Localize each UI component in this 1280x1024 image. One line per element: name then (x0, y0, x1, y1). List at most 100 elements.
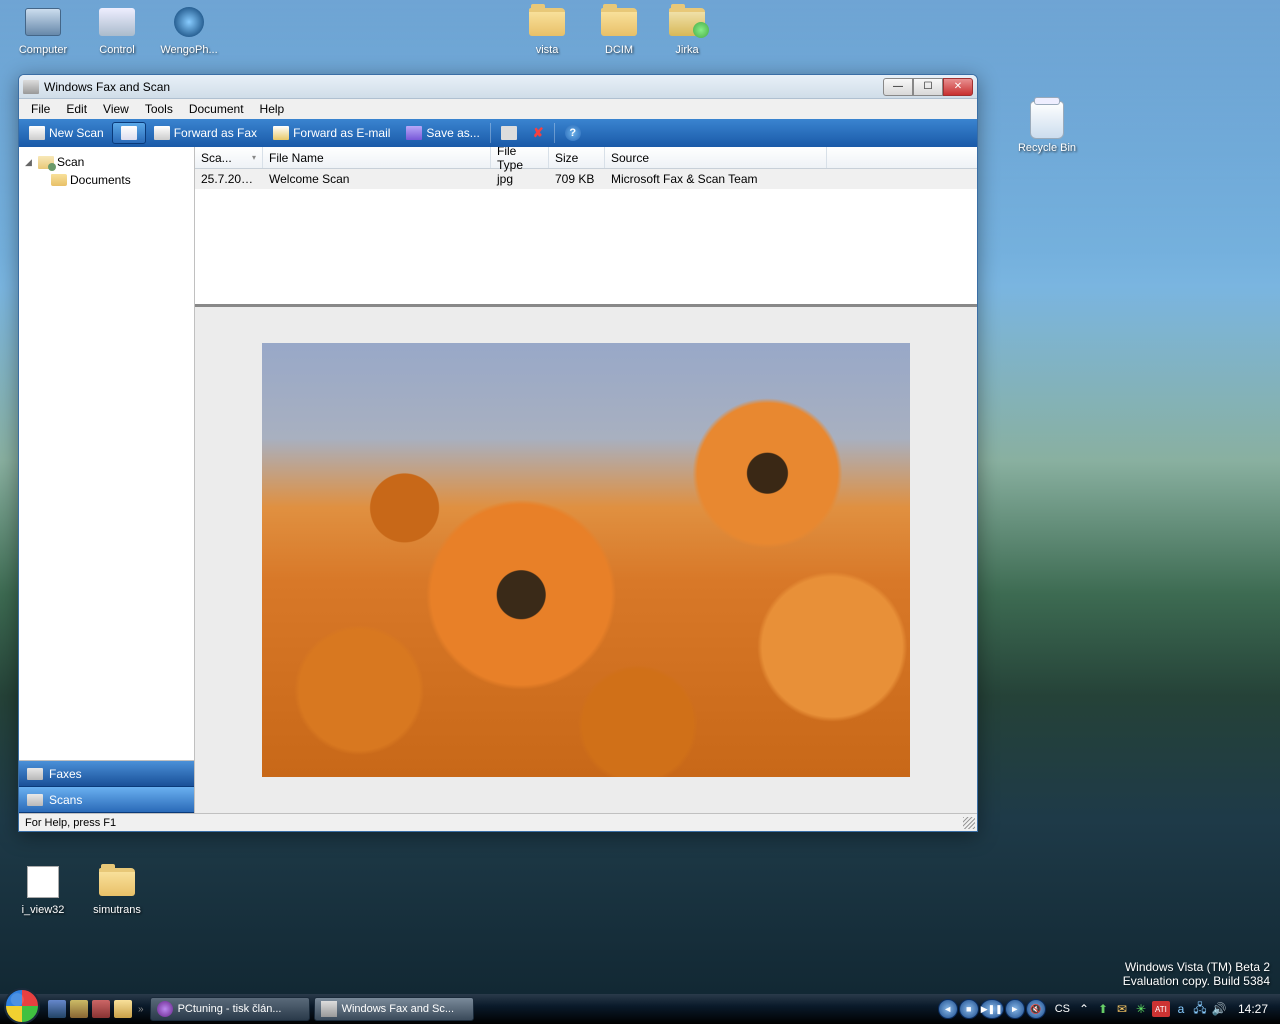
desktop-label: simutrans (82, 904, 152, 917)
column-source[interactable]: Source (605, 147, 827, 168)
menubar: File Edit View Tools Document Help (19, 99, 977, 119)
statusbar: For Help, press F1 (19, 813, 977, 831)
system-tray: CS ⌃ ⬆ ✉ ✳ ATI a 🖧 🔊 14:27 (1052, 1001, 1276, 1017)
task-pctuning[interactable]: PCtuning - tisk člán... (150, 997, 310, 1021)
faxscan-icon (321, 1001, 337, 1017)
tray-volume-icon[interactable]: 🔊 (1211, 1001, 1227, 1017)
tray-app-icon[interactable]: a (1173, 1001, 1189, 1017)
desktop-icon-computer[interactable]: Computer (8, 2, 78, 57)
scan-folder-icon (38, 156, 54, 169)
cell-size: 709 KB (549, 170, 605, 188)
save-as-button[interactable]: Save as... (398, 123, 487, 143)
collapse-icon[interactable]: ◢ (25, 157, 35, 168)
cell-name: Welcome Scan (263, 170, 491, 188)
media-play-button[interactable]: ▶❚❚ (980, 999, 1004, 1019)
desktop-icon-vista[interactable]: vista (512, 2, 582, 57)
desktop-icon-wengo[interactable]: WengoPh... (154, 2, 224, 57)
scanner-icon (29, 126, 45, 140)
watermark: Windows Vista (TM) Beta 2 Evaluation cop… (1123, 960, 1270, 988)
ql-switch-windows[interactable] (70, 1000, 88, 1018)
folder-icon (51, 174, 67, 186)
ql-overflow[interactable]: » (138, 1004, 144, 1015)
cell-date: 25.7.2006 ... (195, 170, 263, 188)
column-size[interactable]: Size (549, 147, 605, 168)
media-prev-button[interactable]: ◄ (938, 999, 958, 1019)
new-scan-button[interactable]: New Scan (21, 123, 112, 143)
ql-explorer[interactable] (114, 1000, 132, 1018)
nav-faxes-button[interactable]: Faxes (19, 761, 194, 787)
desktop-label: Control (82, 44, 152, 57)
menu-tools[interactable]: Tools (137, 100, 181, 118)
media-stop-button[interactable]: ■ (959, 999, 979, 1019)
quick-launch: » (48, 1000, 146, 1018)
fax-icon (154, 126, 170, 140)
app-icon (23, 80, 39, 94)
task-faxscan[interactable]: Windows Fax and Sc... (314, 997, 474, 1021)
media-next-button[interactable]: ► (1005, 999, 1025, 1019)
close-button[interactable]: ✕ (943, 78, 973, 96)
file-list: Sca...▾ File Name File Type Size Source … (195, 147, 977, 305)
tray-network-icon[interactable]: 🖧 (1192, 1001, 1208, 1017)
fax-icon (27, 768, 43, 780)
start-button[interactable] (4, 988, 40, 1024)
desktop-label: i_view32 (8, 904, 78, 917)
help-icon: ? (565, 125, 581, 141)
tray-antivirus-icon[interactable]: ✳ (1133, 1001, 1149, 1017)
menu-edit[interactable]: Edit (58, 100, 95, 118)
tray-ati-icon[interactable]: ATI (1152, 1001, 1170, 1017)
media-controls: ◄ ■ ▶❚❚ ► 🔇 (938, 999, 1046, 1019)
print-icon (501, 126, 517, 140)
desktop-label: DCIM (584, 44, 654, 57)
tree-node-documents[interactable]: Documents (23, 171, 190, 189)
desktop-icon-dcim[interactable]: DCIM (584, 2, 654, 57)
desktop-icon-iview[interactable]: i_view32 (8, 862, 78, 917)
help-button[interactable]: ? (557, 122, 589, 144)
taskbar: » PCtuning - tisk člán... Windows Fax an… (0, 994, 1280, 1024)
minimize-button[interactable]: — (883, 78, 913, 96)
tray-up-icon[interactable]: ⌃ (1076, 1001, 1092, 1017)
desktop-icon-control[interactable]: Control (82, 2, 152, 57)
view-button[interactable] (112, 122, 146, 144)
desktop-icon-recycle-bin[interactable]: Recycle Bin (1012, 100, 1082, 155)
desktop-label: WengoPh... (154, 44, 224, 57)
media-mute-button[interactable]: 🔇 (1026, 999, 1046, 1019)
column-type[interactable]: File Type (491, 147, 549, 168)
language-indicator[interactable]: CS (1052, 1003, 1073, 1015)
preview-image (262, 343, 910, 777)
nav-scans-button[interactable]: Scans (19, 787, 194, 813)
column-name[interactable]: File Name (263, 147, 491, 168)
folder-tree: ◢ Scan Documents (19, 147, 194, 760)
clock[interactable]: 14:27 (1230, 1002, 1276, 1016)
cell-type: jpg (491, 170, 549, 188)
cell-source: Microsoft Fax & Scan Team (605, 170, 827, 188)
desktop-label: vista (512, 44, 582, 57)
ql-show-desktop[interactable] (48, 1000, 66, 1018)
titlebar[interactable]: Windows Fax and Scan — ☐ ✕ (19, 75, 977, 99)
delete-button[interactable]: ✘ (525, 122, 552, 144)
toolbar: New Scan Forward as Fax Forward as E-mai… (19, 119, 977, 147)
print-button[interactable] (493, 123, 525, 143)
menu-help[interactable]: Help (252, 100, 293, 118)
maximize-button[interactable]: ☐ (913, 78, 943, 96)
resize-grip[interactable] (963, 817, 975, 829)
ql-app[interactable] (92, 1000, 110, 1018)
menu-document[interactable]: Document (181, 100, 252, 118)
menu-file[interactable]: File (23, 100, 58, 118)
window-fax-scan: Windows Fax and Scan — ☐ ✕ File Edit Vie… (18, 74, 978, 832)
desktop-icon-simutrans[interactable]: simutrans (82, 862, 152, 917)
forward-fax-button[interactable]: Forward as Fax (146, 123, 265, 143)
desktop-icon-jirka[interactable]: Jirka (652, 2, 722, 57)
tree-node-scan[interactable]: ◢ Scan (23, 153, 190, 171)
tray-mail-icon[interactable]: ✉ (1114, 1001, 1130, 1017)
left-pane: ◢ Scan Documents Faxes Scans (19, 147, 195, 813)
desktop-label: Computer (8, 44, 78, 57)
delete-icon: ✘ (533, 125, 544, 141)
column-date[interactable]: Sca...▾ (195, 147, 263, 168)
forward-email-button[interactable]: Forward as E-mail (265, 123, 398, 143)
preview-pane (195, 305, 977, 813)
document-icon (121, 126, 137, 140)
list-row[interactable]: 25.7.2006 ... Welcome Scan jpg 709 KB Mi… (195, 169, 977, 189)
menu-view[interactable]: View (95, 100, 137, 118)
tray-safely-remove-icon[interactable]: ⬆ (1095, 1001, 1111, 1017)
scanner-icon (27, 794, 43, 806)
